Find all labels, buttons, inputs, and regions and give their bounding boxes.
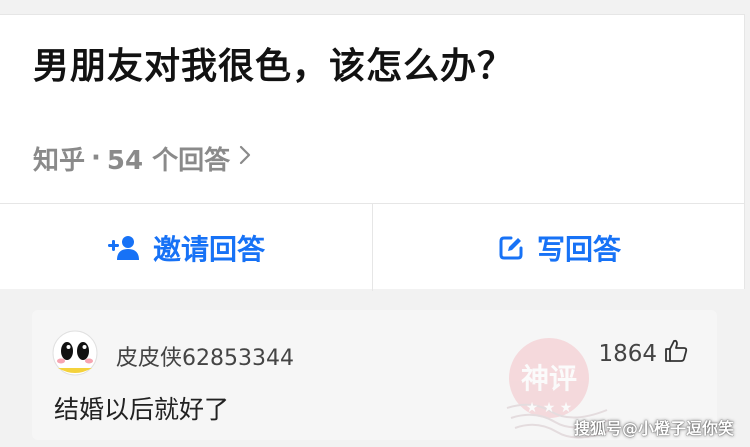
question-meta[interactable]: 知乎 · 54 个回答 xyxy=(33,140,252,176)
question-card: 男朋友对我很色，该怎么办？ 知乎 · 54 个回答 邀请回答 写回答 xyxy=(0,14,745,291)
chevron-right-icon xyxy=(238,143,252,173)
invite-answer-label: 邀请回答 xyxy=(152,232,265,266)
answer-text: 结婚以后就好了 xyxy=(54,395,230,424)
svg-text:★ ★ ★: ★ ★ ★ xyxy=(526,400,573,416)
like-count: 1864 xyxy=(598,341,657,367)
write-answer-label: 写回答 xyxy=(536,232,621,266)
write-answer-button[interactable]: 写回答 xyxy=(373,204,745,291)
thumbs-up-icon xyxy=(663,338,689,370)
like-button[interactable]: 1864 xyxy=(598,338,689,370)
edit-icon xyxy=(497,234,525,262)
source-label: 知乎 xyxy=(33,145,86,176)
action-bar: 邀请回答 写回答 xyxy=(0,203,745,291)
stamp-text: 神评 xyxy=(521,362,577,395)
answer-count: 54 个回答 xyxy=(106,145,231,176)
username[interactable]: 皮皮侠62853344 xyxy=(116,340,294,372)
question-title[interactable]: 男朋友对我很色，该怎么办？ xyxy=(33,37,514,89)
watermark: 搜狐号@小橙子逗你笑 xyxy=(573,419,734,438)
avatar[interactable] xyxy=(52,330,98,376)
invite-answer-button[interactable]: 邀请回答 xyxy=(0,204,373,291)
meta-separator: · xyxy=(91,143,101,173)
add-user-icon xyxy=(107,234,141,262)
